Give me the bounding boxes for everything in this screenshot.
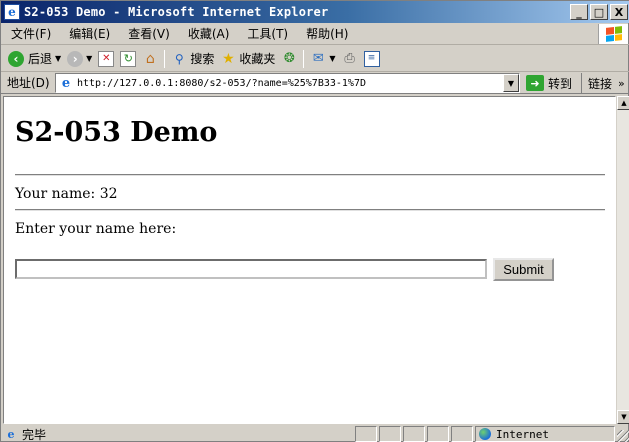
search-icon: ⚲ <box>174 51 184 66</box>
stop-icon: ✕ <box>98 50 115 67</box>
stop-button[interactable]: ✕ <box>95 48 117 70</box>
status-text: 完毕 <box>22 427 47 442</box>
title-bar[interactable]: e S2-053 Demo - Microsoft Internet Explo… <box>1 1 629 23</box>
standard-toolbar: ‹ 后退 ▼ › ▼ ✕ ↻ ⌂ ⚲ 搜索 ★ 收藏夹 ❂ ✉ ▼ ⎙ ≡ <box>1 46 629 72</box>
search-button[interactable]: ⚲ 搜索 <box>168 48 217 70</box>
favorites-button[interactable]: ★ 收藏夹 <box>217 48 278 70</box>
go-button[interactable]: ➜ 转到 <box>526 73 572 93</box>
address-label: 地址(D) <box>7 76 50 90</box>
minimize-button[interactable]: _ <box>570 4 588 20</box>
resize-grip[interactable] <box>617 430 629 442</box>
media-icon: ❂ <box>283 51 295 66</box>
address-bar: 地址(D) e http://127.0.0.1:8080/s2-053/?na… <box>1 72 629 94</box>
chevron-right-icon: » <box>618 76 625 90</box>
status-cell <box>427 426 449 442</box>
submit-button[interactable]: Submit <box>493 258 554 281</box>
search-label: 搜索 <box>190 52 215 66</box>
name-input[interactable] <box>15 259 487 279</box>
media-button[interactable]: ❂ <box>278 48 300 70</box>
scroll-up-button[interactable]: ▲ <box>617 96 629 110</box>
go-label: 转到 <box>548 76 573 91</box>
maximize-button[interactable]: □ <box>590 4 608 20</box>
menu-bar: 文件(F) 编辑(E) 查看(V) 收藏(A) 工具(T) 帮助(H) <box>1 23 629 45</box>
security-zone: Internet <box>475 426 615 442</box>
go-icon: ➜ <box>526 75 544 91</box>
window-controls: _ □ X <box>570 4 628 20</box>
status-bar: e 完毕 Internet <box>1 425 629 442</box>
globe-icon <box>479 428 491 440</box>
forward-button[interactable]: › ▼ <box>64 48 95 70</box>
mail-button[interactable]: ✉ ▼ <box>307 48 338 70</box>
vertical-scrollbar[interactable]: ▲ ▼ <box>616 96 629 424</box>
windows-logo-icon <box>598 24 628 44</box>
window-title: S2-053 Demo - Microsoft Internet Explore… <box>24 5 329 19</box>
menu-favorites[interactable]: 收藏(A) <box>178 25 238 42</box>
back-label: 后退 <box>28 52 53 66</box>
back-button[interactable]: ‹ 后退 ▼ <box>5 48 64 70</box>
favorites-label: 收藏夹 <box>239 52 276 66</box>
back-icon: ‹ <box>8 50 24 67</box>
links-button[interactable]: 链接 » <box>581 73 625 93</box>
menu-help[interactable]: 帮助(H) <box>296 25 356 42</box>
links-label: 链接 <box>588 76 613 91</box>
print-icon: ⎙ <box>344 51 355 66</box>
status-cell <box>403 426 425 442</box>
page-heading: S2-053 Demo <box>15 117 218 148</box>
menu-view[interactable]: 查看(V) <box>118 25 178 42</box>
address-field[interactable]: e http://127.0.0.1:8080/s2-053/?name=%25… <box>55 73 520 93</box>
your-name-text: Your name: 32 <box>15 186 118 202</box>
ie-status-icon: e <box>7 427 15 441</box>
status-cell <box>379 426 401 442</box>
status-cell <box>355 426 377 442</box>
menu-edit[interactable]: 编辑(E) <box>59 25 118 42</box>
refresh-icon: ↻ <box>120 50 137 67</box>
close-button[interactable]: X <box>610 4 628 20</box>
menu-file[interactable]: 文件(F) <box>1 25 59 42</box>
home-icon: ⌂ <box>145 50 155 67</box>
edit-icon: ≡ <box>363 50 380 67</box>
favorites-icon: ★ <box>222 50 235 67</box>
scroll-down-button[interactable]: ▼ <box>617 410 629 424</box>
toolbar-separator <box>303 49 305 68</box>
menu-tools[interactable]: 工具(T) <box>237 25 296 42</box>
forward-icon: › <box>67 50 84 67</box>
chevron-down-icon: ▼ <box>86 54 93 63</box>
divider <box>15 174 605 176</box>
ie-page-icon: e <box>61 75 71 91</box>
address-dropdown-button[interactable]: ▼ <box>503 74 519 92</box>
page-viewport: S2-053 Demo Your name: 32 Enter your nam… <box>3 96 616 424</box>
toolbar-separator <box>164 49 166 68</box>
zone-label: Internet <box>496 427 549 441</box>
ie-icon: e <box>4 4 20 20</box>
print-button[interactable]: ⎙ <box>339 48 361 70</box>
enter-name-label: Enter your name here: <box>15 221 177 237</box>
address-url[interactable]: http://127.0.0.1:8080/s2-053/?name=%25%7… <box>77 78 503 89</box>
edit-button[interactable]: ≡ <box>361 48 383 70</box>
home-button[interactable]: ⌂ <box>139 48 161 70</box>
chevron-down-icon: ▼ <box>329 54 336 63</box>
status-cell <box>451 426 473 442</box>
status-text-area: e 完毕 <box>1 426 353 442</box>
mail-icon: ✉ <box>312 51 324 66</box>
chevron-down-icon: ▼ <box>55 54 62 63</box>
browser-window: e S2-053 Demo - Microsoft Internet Explo… <box>0 0 629 442</box>
divider <box>15 209 605 211</box>
refresh-button[interactable]: ↻ <box>117 48 139 70</box>
